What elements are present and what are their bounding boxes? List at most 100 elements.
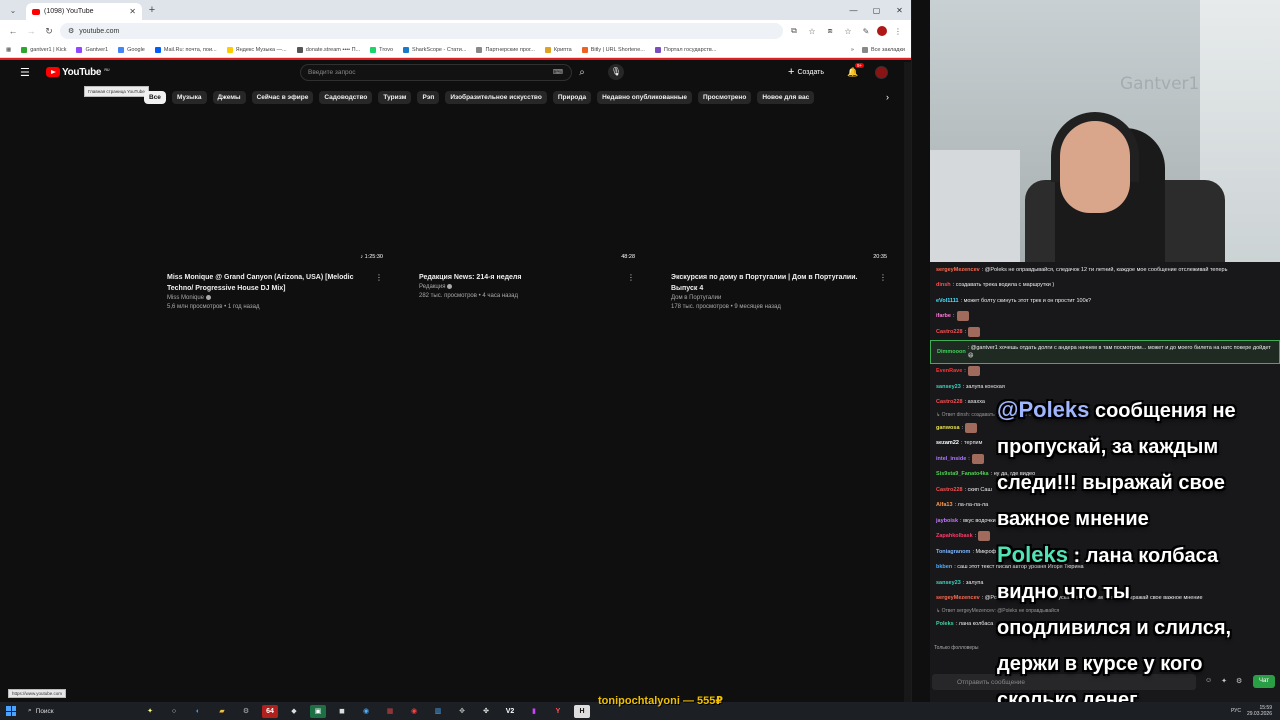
extensions-icon[interactable]: ⧈ [823,26,837,36]
chat-username[interactable]: bkben [936,563,952,571]
app-icon[interactable]: ◉ [358,705,374,718]
taskbar-search[interactable]: ⌕ Поиск [24,705,134,718]
chat-username[interactable]: dinsh [936,281,951,289]
edge-icon[interactable]: ◐ [190,705,206,718]
search-input[interactable]: Введите запрос ⌨ [300,63,572,81]
video-title[interactable]: Miss Monique @ Grand Canyon (Arizona, US… [167,272,383,294]
video-card[interactable]: ♪ 1:25:30 Miss Monique @ Grand Canyon (A… [167,250,383,310]
bookmark-item[interactable]: donate.stream •••• П... [296,46,360,53]
chat-username[interactable]: eVol1111 [936,297,959,305]
chip-nature[interactable]: Природа [552,90,592,104]
install-app-icon[interactable]: ⧉ [787,26,801,36]
bookmark-item[interactable]: Яндекс Музыка —... [226,46,287,53]
back-button[interactable]: ← [6,26,20,36]
bookmarks-more-button[interactable]: » [851,47,854,53]
chat-username[interactable]: sansey23 [936,579,961,587]
app-h-icon[interactable]: H [574,704,590,718]
video-channel[interactable]: Miss Monique [167,295,383,301]
bookmark-item[interactable]: gantver1 | Kick [21,46,66,53]
more-actions-icon[interactable]: ⋮ [627,273,635,282]
url-field[interactable]: ⚙ youtube.com [60,23,783,39]
bookmark-item[interactable]: Крипта [544,46,572,53]
bookmark-item[interactable]: Портал государств... [654,46,716,53]
new-tab-button[interactable]: + [142,4,162,16]
tray-lang[interactable]: РУС [1231,708,1241,714]
chat-username[interactable]: Castro228 [936,398,963,406]
chip-rap[interactable]: Рэп [417,90,440,104]
reload-button[interactable]: ↻ [42,26,56,37]
menu-kebab-icon[interactable]: ⋮ [891,27,905,36]
chip-live[interactable]: Сейчас в эфире [251,90,314,104]
video-card[interactable]: 20:35 Экскурсия по дому в Португалии | Д… [671,250,887,310]
copilot-icon[interactable]: ✦ [142,705,158,718]
app-icon[interactable]: V2 [502,705,518,718]
chat-username[interactable]: sansey23 [936,383,961,391]
chat-username[interactable]: Sis9sta9_Fanato4ka [936,470,989,478]
minimize-button[interactable]: — [842,6,865,15]
microphone-icon[interactable]: 🎙 [608,64,624,80]
close-window-button[interactable]: ✕ [888,6,911,15]
chip-new-for-you[interactable]: Новое для вас [757,90,815,104]
chat-username[interactable]: Poleks [936,620,954,628]
chat-username[interactable]: Zapahkolbask [936,532,973,540]
chip-recent[interactable]: Недавно опубликованные [597,90,692,104]
keyboard-icon[interactable]: ⌨ [553,68,563,76]
chip-gardening[interactable]: Садоводство [319,90,373,104]
bookmark-item[interactable]: Gantver1 [76,46,108,53]
bell-icon[interactable]: 🔔 [847,67,858,78]
task-view-icon[interactable]: ○ [166,705,182,718]
chat-username[interactable]: Castro228 [936,486,963,494]
bookmark-item[interactable]: Bitly | URL Shortene... [581,46,645,53]
bookmarks-manager-icon[interactable]: ☆ [841,27,855,36]
app-icon[interactable]: Y [550,705,566,718]
chip-tourism[interactable]: Туризм [378,90,412,104]
excel-icon[interactable]: ▣ [310,704,326,718]
chip-all[interactable]: Все [144,90,166,104]
bookmark-item[interactable]: Mail.Ru: почта, пои... [154,46,217,53]
video-channel[interactable]: Редакция [419,284,635,290]
chat-username[interactable]: ganwosa [936,424,960,432]
video-title[interactable]: Редакция News: 214-я неделя [419,272,635,283]
profile-avatar[interactable] [877,26,887,36]
more-actions-icon[interactable]: ⋮ [879,273,887,282]
video-card[interactable]: 48:28 Редакция News: 214-я неделя Редакц… [419,250,635,310]
video-title[interactable]: Экскурсия по дому в Португалии | Дом в П… [671,272,887,294]
bookmark-item[interactable]: Trovo [370,46,393,53]
chat-username[interactable]: jayboisk [936,517,958,525]
search-icon[interactable]: ⌕ [574,67,590,78]
page-scrollbar[interactable] [904,62,911,702]
tray-clock[interactable]: 15:59 29.03.2026 [1247,705,1272,717]
app-icon[interactable]: ✥ [454,705,470,718]
edit-icon[interactable]: ✎ [859,27,873,36]
bookmark-item[interactable]: Партнерские прог... [476,46,535,53]
avatar[interactable] [875,65,888,79]
chat-username[interactable]: intel_inside [936,455,966,463]
apps-grid-icon[interactable]: ▦ [6,47,11,53]
maximize-button[interactable]: ▢ [865,6,888,15]
chevron-right-icon[interactable]: › [886,92,889,102]
chat-username[interactable]: sezam22 [936,439,959,447]
app-icon[interactable]: ▥ [430,705,446,718]
chrome-icon[interactable]: ◉ [406,705,422,718]
app-icon[interactable]: ▮ [526,705,542,718]
tab-search-icon[interactable]: ⌄ [0,6,26,15]
youtube-logo[interactable]: YouTube RU [46,67,110,78]
forward-button[interactable]: → [24,26,38,36]
chip-jams[interactable]: Джемы [212,90,246,104]
chat-username[interactable]: ifarbe [936,312,951,320]
chat-username[interactable]: sergeyMezencev [936,594,980,602]
chat-username[interactable]: Alfa13 [936,501,953,509]
menu-hamburger-icon[interactable]: ☰ [20,66,38,79]
app-icon[interactable]: ✤ [478,705,494,718]
chat-username[interactable]: Toniagranom [936,548,970,556]
bookmark-item[interactable]: Google [118,46,145,53]
chat-username[interactable]: Castro228 [936,328,963,336]
chat-username[interactable]: EvenRave [936,367,962,375]
start-windows-icon[interactable] [6,706,16,716]
site-info-icon[interactable]: ⚙ [68,27,74,35]
bookmark-item[interactable]: SharkScope - Стати... [403,46,466,53]
video-channel[interactable]: Дом в Португалии [671,295,887,301]
app-icon[interactable]: ◆ [286,705,302,718]
explorer-folder-icon[interactable]: ▰ [214,705,230,718]
chip-art[interactable]: Изобразительное искусство [445,90,547,104]
